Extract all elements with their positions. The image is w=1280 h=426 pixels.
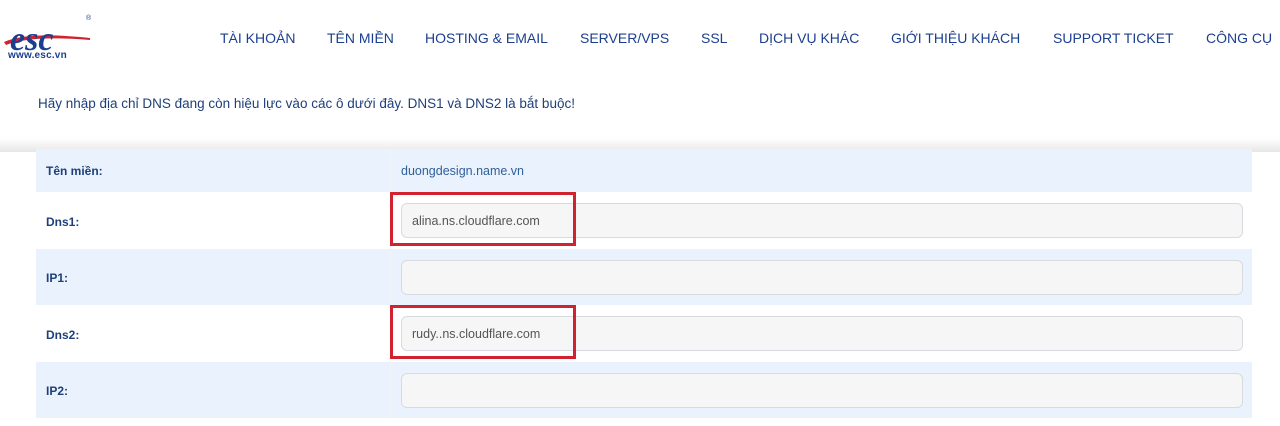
site-header: esc ® www.esc.vn TÀI KHOẢN TÊN MIỀN HOST… bbox=[0, 0, 1280, 78]
dns2-input[interactable] bbox=[401, 316, 1243, 351]
nav-dich-vu-khac[interactable]: DỊCH VỤ KHÁC bbox=[759, 30, 859, 46]
nav-cong-cu[interactable]: CÔNG CỤ bbox=[1206, 30, 1272, 46]
row-dns1: Dns1: bbox=[36, 192, 1252, 249]
logo-url[interactable]: www.esc.vn bbox=[8, 50, 67, 61]
nav-gioi-thieu-khach[interactable]: GIỚI THIỆU KHÁCH bbox=[891, 30, 1020, 46]
dns-notice: Hãy nhập địa chỉ DNS đang còn hiệu lực v… bbox=[38, 96, 575, 111]
main-nav: TÀI KHOẢN TÊN MIỀN HOSTING & EMAIL SERVE… bbox=[0, 30, 1280, 48]
nav-tai-khoan[interactable]: TÀI KHOẢN bbox=[220, 30, 295, 46]
row-domain: Tên miền: duongdesign.name.vn bbox=[36, 149, 1252, 192]
ip2-input[interactable] bbox=[401, 373, 1243, 408]
dns1-label: Dns1: bbox=[46, 215, 80, 229]
row-ip1: IP1: bbox=[36, 249, 1252, 305]
nav-support-ticket[interactable]: SUPPORT TICKET bbox=[1053, 30, 1174, 46]
row-dns2: Dns2: bbox=[36, 305, 1252, 362]
dns2-label: Dns2: bbox=[46, 328, 80, 342]
nav-hosting-email[interactable]: HOSTING & EMAIL bbox=[425, 30, 548, 46]
ip2-label: IP2: bbox=[46, 384, 69, 398]
ip1-input[interactable] bbox=[401, 260, 1243, 295]
svg-text:®: ® bbox=[86, 14, 92, 22]
ip1-label: IP1: bbox=[46, 271, 69, 285]
dns1-input[interactable] bbox=[401, 203, 1243, 238]
domain-value: duongdesign.name.vn bbox=[401, 164, 525, 178]
nav-ssl[interactable]: SSL bbox=[701, 30, 727, 46]
dns-form-table: Tên miền: duongdesign.name.vn Dns1: IP1:… bbox=[36, 149, 1252, 418]
nav-ten-mien[interactable]: TÊN MIỀN bbox=[327, 30, 394, 46]
nav-server-vps[interactable]: SERVER/VPS bbox=[580, 30, 669, 46]
row-ip2: IP2: bbox=[36, 362, 1252, 418]
domain-label: Tên miền: bbox=[46, 164, 103, 178]
